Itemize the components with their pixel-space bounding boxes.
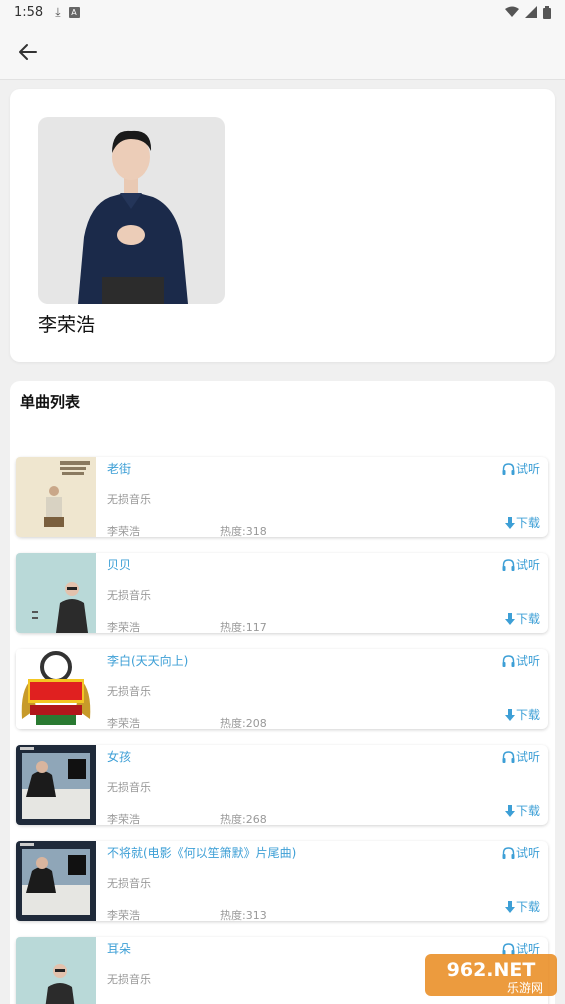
- download-arrow-icon: [504, 708, 515, 721]
- download-button[interactable]: 下载: [504, 514, 540, 531]
- song-title[interactable]: 老街: [107, 460, 131, 477]
- app-bar: [0, 24, 565, 80]
- status-time: 1:58: [14, 4, 44, 20]
- download-label: 下载: [515, 516, 540, 530]
- song-artist: 李荣浩: [107, 621, 140, 634]
- album-cover: [16, 841, 96, 921]
- song-title[interactable]: 耳朵: [107, 940, 131, 957]
- watermark-sub: 乐游网: [507, 981, 543, 995]
- back-button[interactable]: [14, 38, 42, 66]
- song-heat: 热度:117: [220, 621, 267, 634]
- trial-button[interactable]: 试听: [502, 652, 540, 669]
- song-item[interactable]: 女孩 无损音乐 李荣浩 热度:268 试听 下载: [16, 745, 548, 826]
- album-cover: [16, 457, 96, 537]
- trial-label: 试听: [515, 750, 540, 764]
- download-arrow-icon: [504, 804, 515, 817]
- song-quality: 无损音乐: [107, 493, 151, 506]
- song-quality: 无损音乐: [107, 877, 151, 890]
- download-button[interactable]: 下载: [504, 898, 540, 915]
- download-arrow-icon: [504, 516, 515, 529]
- song-artist: 李荣浩: [107, 525, 140, 538]
- song-title[interactable]: 女孩: [107, 748, 131, 765]
- headphones-icon: [502, 750, 515, 763]
- song-artist: 李荣浩: [107, 909, 140, 922]
- download-arrow-icon: [504, 900, 515, 913]
- arrow-back-icon: [19, 44, 37, 60]
- trial-label: 试听: [515, 558, 540, 572]
- signal-icon: [525, 6, 537, 18]
- trial-label: 试听: [515, 654, 540, 668]
- headphones-icon: [502, 846, 515, 859]
- watermark-brand: 962.NET: [447, 959, 536, 981]
- artist-name: 李荣浩: [38, 314, 96, 336]
- trial-label: 试听: [515, 846, 540, 860]
- song-item[interactable]: 李白(天天向上) 无损音乐 李荣浩 热度:208 试听 下载: [16, 649, 548, 730]
- wifi-icon: [505, 6, 519, 17]
- trial-label: 试听: [515, 462, 540, 476]
- album-cover: [16, 745, 96, 825]
- song-quality: 无损音乐: [107, 781, 151, 794]
- download-label: 下载: [515, 804, 540, 818]
- battery-icon: [543, 5, 551, 19]
- trial-button[interactable]: 试听: [502, 844, 540, 861]
- download-arrow-icon: [504, 612, 515, 625]
- headphones-icon: [502, 462, 515, 475]
- song-heat: 热度:318: [220, 525, 267, 538]
- album-cover: [16, 937, 96, 1004]
- song-heat: 热度:208: [220, 717, 267, 730]
- artist-photo: [38, 117, 225, 304]
- download-label: 下载: [515, 900, 540, 914]
- song-title[interactable]: 李白(天天向上): [107, 652, 188, 669]
- song-heat: 热度:313: [220, 909, 267, 922]
- song-list-card: 单曲列表 老街 无损音乐 李荣浩 热度:318 试听 下载 贝贝 无损音乐 李荣…: [10, 381, 555, 1004]
- watermark-logo: 962.NET 乐游网: [425, 952, 557, 998]
- download-label: 下载: [515, 612, 540, 626]
- section-title: 单曲列表: [20, 393, 81, 411]
- artist-card: 李荣浩: [10, 89, 555, 362]
- song-title[interactable]: 不将就(电影《何以笙箫默》片尾曲): [107, 844, 296, 861]
- song-title[interactable]: 贝贝: [107, 556, 131, 573]
- song-artist: 李荣浩: [107, 813, 140, 826]
- status-bar: 1:58 ⤓ A: [0, 0, 565, 24]
- trial-button[interactable]: 试听: [502, 556, 540, 573]
- trial-button[interactable]: 试听: [502, 460, 540, 477]
- album-cover: [16, 553, 96, 633]
- song-item[interactable]: 贝贝 无损音乐 李荣浩 热度:117 试听 下载: [16, 553, 548, 634]
- download-label: 下载: [515, 708, 540, 722]
- notification-icon: A: [68, 6, 80, 18]
- headphones-icon: [502, 558, 515, 571]
- album-cover: [16, 649, 96, 729]
- download-icon: ⤓: [55, 4, 61, 19]
- song-artist: 李荣浩: [107, 717, 140, 730]
- song-item[interactable]: 老街 无损音乐 李荣浩 热度:318 试听 下载: [16, 457, 548, 538]
- download-button[interactable]: 下载: [504, 802, 540, 819]
- song-heat: 热度:268: [220, 813, 267, 826]
- song-quality: 无损音乐: [107, 973, 151, 986]
- song-item[interactable]: 不将就(电影《何以笙箫默》片尾曲) 无损音乐 李荣浩 热度:313 试听 下载: [16, 841, 548, 922]
- song-quality: 无损音乐: [107, 589, 151, 602]
- trial-button[interactable]: 试听: [502, 748, 540, 765]
- download-button[interactable]: 下载: [504, 610, 540, 627]
- download-button[interactable]: 下载: [504, 706, 540, 723]
- song-quality: 无损音乐: [107, 685, 151, 698]
- headphones-icon: [502, 654, 515, 667]
